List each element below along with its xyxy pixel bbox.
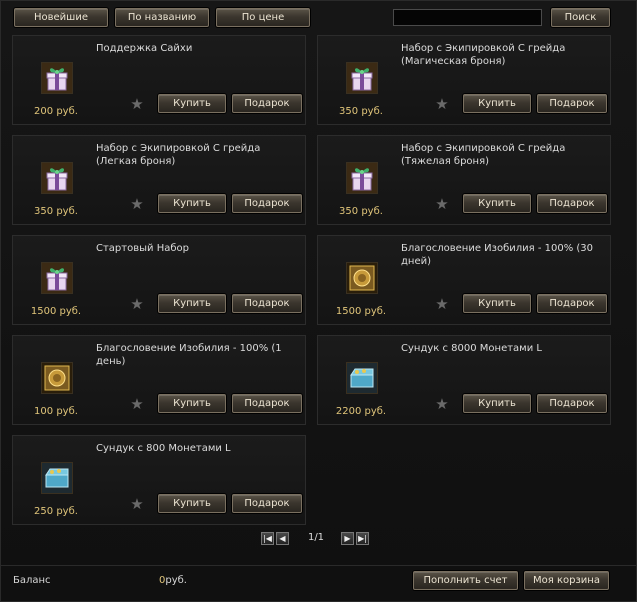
product-price: 250 руб.: [34, 506, 78, 517]
product-price: 1500 руб.: [335, 306, 387, 317]
gift-box-icon: [346, 62, 378, 94]
favorite-star-icon[interactable]: ★: [129, 196, 145, 212]
product-title: Сундук с 800 Монетами L: [96, 443, 231, 454]
buy-button[interactable]: Купить: [463, 194, 531, 213]
gift-button[interactable]: Подарок: [537, 94, 607, 113]
product-price: 350 руб.: [339, 106, 383, 117]
buy-button[interactable]: Купить: [463, 294, 531, 313]
product-card: Стартовый Набор 1500 руб. ★ Купить Подарок: [12, 235, 306, 325]
first-page-icon[interactable]: |◀: [261, 532, 274, 545]
product-title: Поддержка Сайхи: [96, 43, 193, 54]
topup-balance-button[interactable]: Пополнить счет: [413, 571, 518, 590]
product-price: 100 руб.: [34, 406, 78, 417]
gift-button[interactable]: Подарок: [232, 294, 302, 313]
product-title: Благословение Изобилия - 100% (30 дней): [401, 243, 594, 267]
favorite-star-icon[interactable]: ★: [434, 96, 450, 112]
product-price: 350 руб.: [339, 206, 383, 217]
product-card: Благословение Изобилия - 100% (1 день) 10…: [12, 335, 306, 425]
buy-button[interactable]: Купить: [158, 94, 226, 113]
product-title: Стартовый Набор: [96, 243, 189, 254]
product-price: 200 руб.: [34, 106, 78, 117]
gift-box-icon: [41, 62, 73, 94]
gift-button[interactable]: Подарок: [232, 94, 302, 113]
prev-page-icon[interactable]: ◀: [276, 532, 289, 545]
product-card: Сундук с 8000 Монетами L 2200 руб. ★ Купить…: [317, 335, 611, 425]
coin-chest-icon: [41, 462, 73, 494]
favorite-star-icon[interactable]: ★: [129, 396, 145, 412]
page-indicator: 1/1: [307, 532, 325, 543]
product-card: Благословение Изобилия - 100% (30 дней) 1…: [317, 235, 611, 325]
sort-by-name-button[interactable]: По названию: [115, 8, 209, 27]
buy-button[interactable]: Купить: [158, 394, 226, 413]
favorite-star-icon[interactable]: ★: [434, 396, 450, 412]
gift-button[interactable]: Подарок: [537, 194, 607, 213]
product-title: Набор с Экипировкой С грейда (Магическая…: [401, 43, 566, 67]
product-card: Сундук с 800 Монетами L 250 руб. ★ Купить По…: [12, 435, 306, 525]
sort-by-price-button[interactable]: По цене: [216, 8, 310, 27]
buy-button[interactable]: Купить: [158, 494, 226, 513]
gift-box-icon: [41, 162, 73, 194]
gift-button[interactable]: Подарок: [537, 294, 607, 313]
gift-button[interactable]: Подарок: [232, 194, 302, 213]
search-button[interactable]: Поиск: [551, 8, 610, 27]
golden-seal-icon: [41, 362, 73, 394]
footer-divider: [1, 565, 637, 566]
last-page-icon[interactable]: ▶|: [356, 532, 369, 545]
product-card: Набор с Экипировкой С грейда (Магическая…: [317, 35, 611, 125]
product-card: Набор с Экипировкой С грейда (Легкая бро…: [12, 135, 306, 225]
balance-value: 0руб.: [159, 575, 187, 586]
product-title: Благословение Изобилия - 100% (1 день): [96, 343, 282, 367]
product-card: Набор с Экипировкой С грейда (Тяжелая бр…: [317, 135, 611, 225]
buy-button[interactable]: Купить: [463, 94, 531, 113]
shop-window: Новейшие По названию По цене Поиск Подде…: [0, 0, 637, 602]
golden-seal-icon: [346, 262, 378, 294]
next-page-icon[interactable]: ▶: [341, 532, 354, 545]
my-cart-button[interactable]: Моя корзина: [524, 571, 609, 590]
favorite-star-icon[interactable]: ★: [434, 196, 450, 212]
sort-newest-button[interactable]: Новейшие: [14, 8, 108, 27]
balance-currency: руб.: [165, 575, 187, 586]
buy-button[interactable]: Купить: [158, 194, 226, 213]
favorite-star-icon[interactable]: ★: [129, 496, 145, 512]
buy-button[interactable]: Купить: [158, 294, 226, 313]
gift-box-icon: [346, 162, 378, 194]
product-title: Сундук с 8000 Монетами L: [401, 343, 542, 354]
favorite-star-icon[interactable]: ★: [434, 296, 450, 312]
product-price: 2200 руб.: [335, 406, 387, 417]
search-input[interactable]: [393, 9, 542, 26]
gift-box-icon: [41, 262, 73, 294]
product-title: Набор с Экипировкой С грейда (Легкая бро…: [96, 143, 261, 167]
gift-button[interactable]: Подарок: [537, 394, 607, 413]
gift-button[interactable]: Подарок: [232, 394, 302, 413]
buy-button[interactable]: Купить: [463, 394, 531, 413]
gift-button[interactable]: Подарок: [232, 494, 302, 513]
product-price: 1500 руб.: [30, 306, 82, 317]
favorite-star-icon[interactable]: ★: [129, 296, 145, 312]
product-price: 350 руб.: [34, 206, 78, 217]
coin-chest-icon: [346, 362, 378, 394]
product-card: Поддержка Сайхи 200 руб. ★ Купить Подарок: [12, 35, 306, 125]
product-title: Набор с Экипировкой С грейда (Тяжелая бр…: [401, 143, 566, 167]
favorite-star-icon[interactable]: ★: [129, 96, 145, 112]
balance-label: Баланс: [13, 575, 51, 586]
